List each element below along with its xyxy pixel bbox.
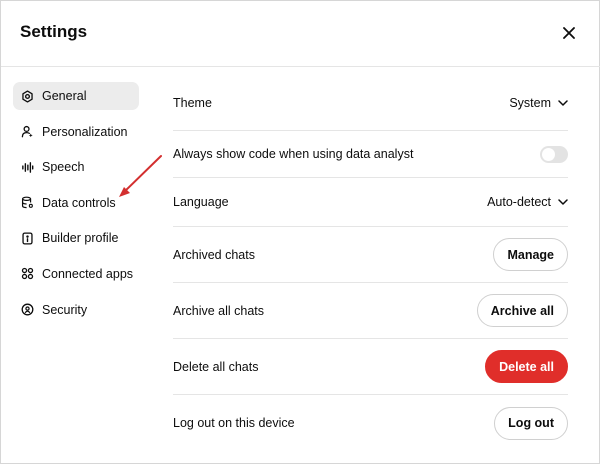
shield-icon: [21, 303, 34, 316]
language-value: Auto-detect: [487, 195, 551, 209]
waveform-icon: [21, 161, 34, 174]
sidebar-item-label: Data controls: [42, 195, 116, 210]
setting-row-archived-chats: Archived chats Manage: [173, 227, 568, 283]
close-icon: [563, 27, 575, 39]
sidebar-item-label: Personalization: [42, 124, 128, 139]
log-out-label: Log out on this device: [173, 416, 295, 430]
gear-icon: [21, 89, 34, 103]
id-card-icon: [21, 232, 34, 245]
settings-sidebar: General Personalization Speech Data cont…: [13, 82, 139, 331]
sidebar-item-security[interactable]: Security: [13, 296, 139, 324]
delete-all-label: Delete all chats: [173, 359, 259, 374]
language-label: Language: [173, 195, 229, 209]
delete-all-button[interactable]: Delete all: [485, 350, 568, 383]
sidebar-item-connected-apps[interactable]: Connected apps: [13, 260, 139, 288]
database-icon: [21, 196, 34, 209]
archived-chats-label: Archived chats: [173, 247, 255, 262]
sidebar-item-builder-profile[interactable]: Builder profile: [13, 224, 139, 252]
setting-row-delete-all: Delete all chats Delete all: [173, 339, 568, 395]
setting-row-language: Language Auto-detect: [173, 178, 568, 227]
setting-row-archive-all: Archive all chats Archive all: [173, 283, 568, 339]
person-icon: [21, 125, 34, 138]
chevron-down-icon: [558, 99, 568, 106]
setting-row-theme: Theme System: [173, 75, 568, 131]
theme-dropdown[interactable]: System: [509, 96, 568, 110]
settings-dialog: Settings General Personalization Speech: [0, 0, 600, 464]
sidebar-item-label: Builder profile: [42, 231, 119, 246]
settings-panel: Theme System Always show code when using…: [173, 75, 568, 451]
log-out-button[interactable]: Log out: [494, 406, 568, 440]
sidebar-item-general[interactable]: General: [13, 82, 139, 110]
sidebar-item-personalization[interactable]: Personalization: [13, 118, 139, 146]
archive-all-button[interactable]: Archive all: [476, 294, 568, 327]
theme-value: System: [509, 95, 551, 110]
sidebar-item-label: Speech: [42, 160, 85, 175]
close-button[interactable]: [557, 21, 581, 45]
setting-row-log-out: Log out on this device Log out: [173, 395, 568, 451]
archive-all-label: Archive all chats: [173, 303, 265, 318]
show-code-toggle[interactable]: [540, 145, 568, 163]
toggle-knob: [542, 147, 555, 161]
setting-row-show-code: Always show code when using data analyst: [173, 131, 568, 178]
apps-grid-icon: [21, 267, 34, 280]
sidebar-item-speech[interactable]: Speech: [13, 153, 139, 181]
dialog-header: Settings: [1, 1, 600, 67]
sidebar-item-data-controls[interactable]: Data controls: [13, 189, 139, 217]
dialog-title: Settings: [20, 22, 88, 41]
theme-label: Theme: [173, 95, 212, 110]
language-dropdown[interactable]: Auto-detect: [487, 195, 568, 209]
sidebar-item-label: Security: [42, 302, 88, 317]
manage-button[interactable]: Manage: [493, 238, 568, 271]
show-code-label: Always show code when using data analyst: [173, 147, 414, 161]
chevron-down-icon: [558, 199, 568, 205]
sidebar-item-label: General: [42, 89, 87, 103]
sidebar-item-label: Connected apps: [42, 266, 134, 281]
